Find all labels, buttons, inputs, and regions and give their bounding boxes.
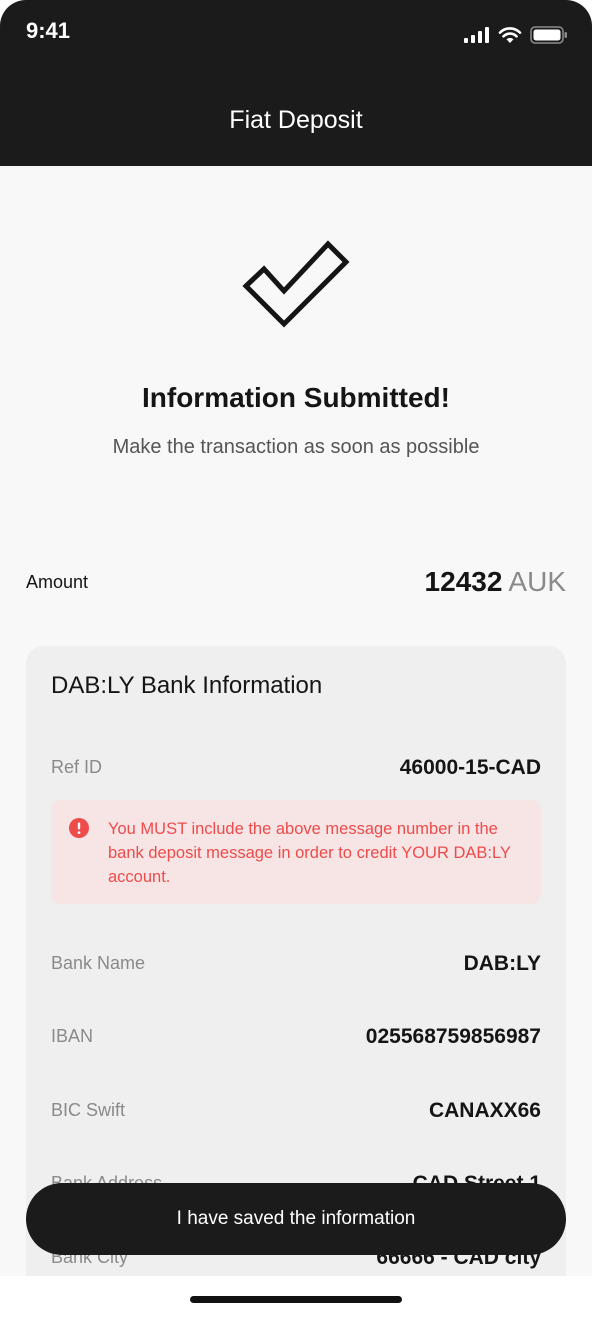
wifi-icon [498, 26, 522, 43]
amount-label: Amount [26, 572, 89, 592]
success-title: Information Submitted! [142, 382, 450, 413]
warning-text: You MUST include the above message numbe… [108, 820, 511, 886]
saved-information-button[interactable]: I have saved the information [26, 1183, 566, 1255]
app-header: 9:41 Fiat Deposit [0, 0, 592, 166]
warning-alert: You MUST include the above message numbe… [51, 800, 541, 904]
phone-screen: 9:41 Fiat Deposit Information Submitted!… [0, 0, 592, 1318]
iban-label: IBAN [51, 1026, 94, 1046]
checkmark-icon [242, 240, 350, 328]
status-icons [464, 26, 568, 44]
ref-id-value[interactable]: 46000-15-CAD [400, 756, 541, 780]
home-indicator[interactable] [190, 1296, 402, 1303]
iban-value[interactable]: 025568759856987 [366, 1025, 541, 1049]
battery-icon [530, 26, 567, 44]
status-time: 9:41 [26, 18, 71, 43]
bank-name-label: Bank Name [51, 953, 146, 973]
home-bar-area [0, 1276, 592, 1318]
alert-icon [69, 818, 89, 838]
bic-swift-label: BIC Swift [51, 1100, 126, 1120]
amount-currency: AUK [508, 566, 566, 597]
bank-info-title: DAB:LY Bank Information [51, 672, 323, 699]
ref-id-label: Ref ID [51, 757, 103, 777]
bank-name-value[interactable]: DAB:LY [464, 952, 541, 976]
signal-icon [464, 27, 489, 43]
page-title: Fiat Deposit [229, 106, 363, 134]
amount-value: 12432 AUK [425, 566, 566, 598]
bic-swift-value[interactable]: CANAXX66 [429, 1099, 541, 1123]
amount-number: 12432 [424, 566, 503, 597]
success-subtitle: Make the transaction as soon as possible [112, 436, 480, 458]
